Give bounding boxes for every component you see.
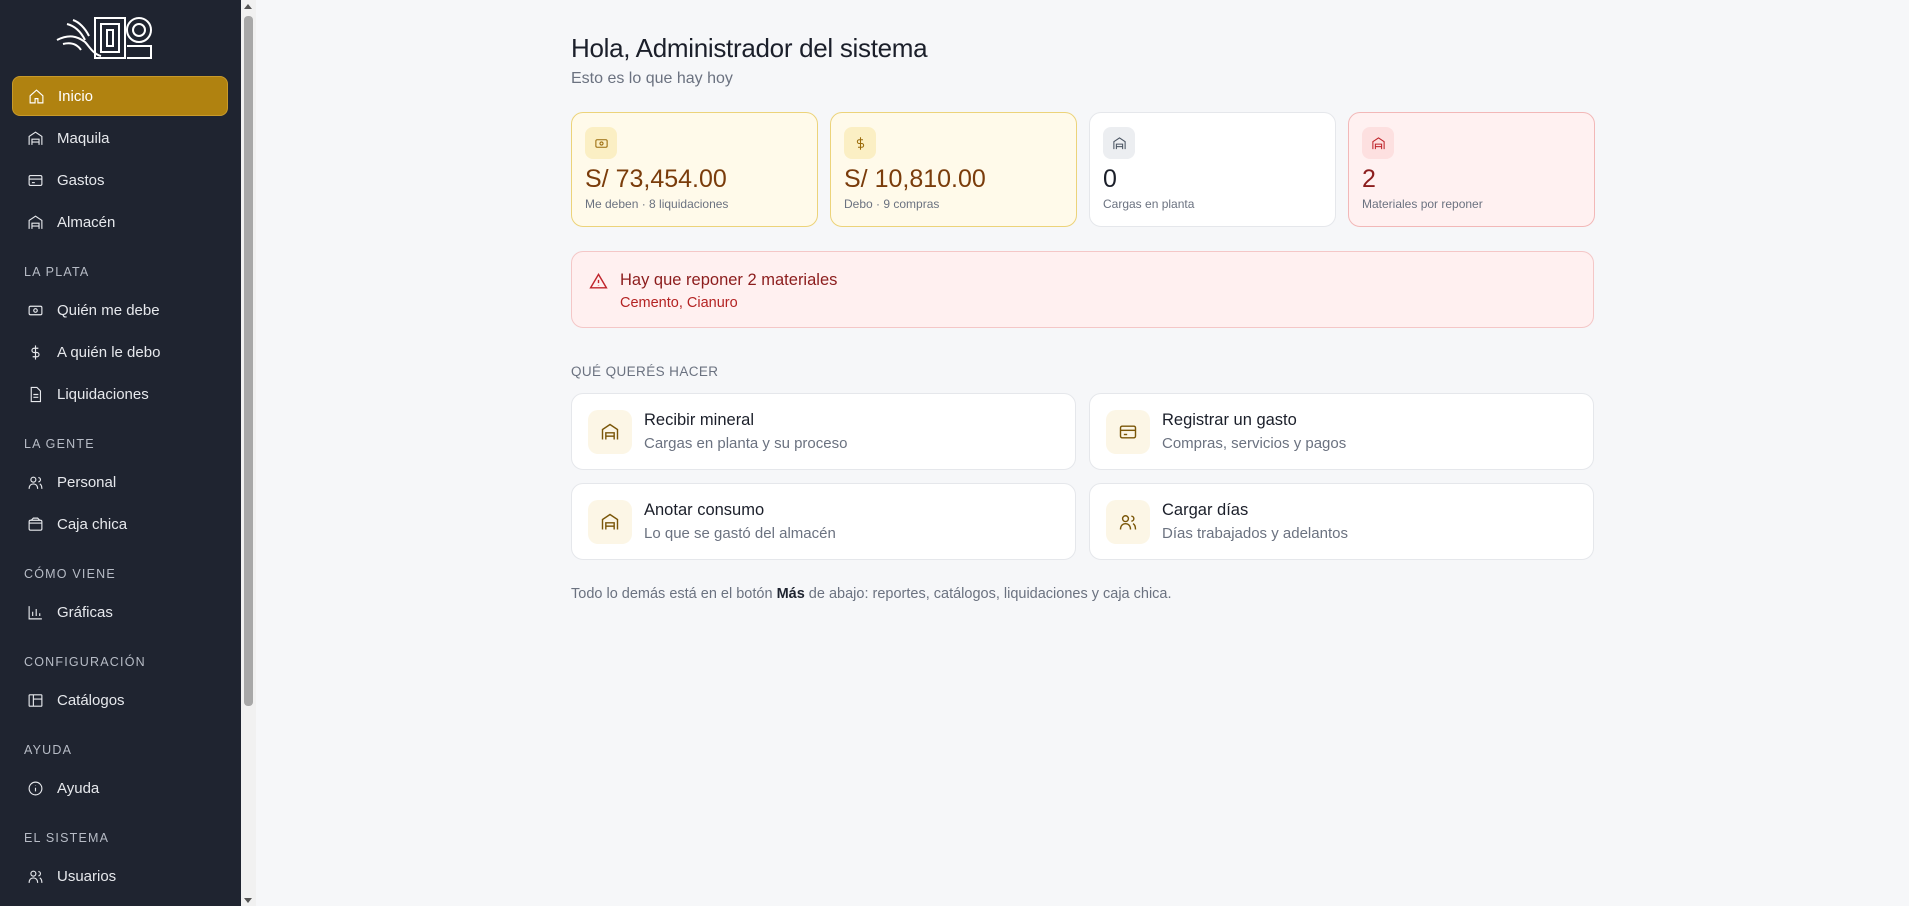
catalog-icon xyxy=(26,691,44,709)
action-subtitle: Compras, servicios y pagos xyxy=(1162,435,1347,452)
nav-item-label: A quién le debo xyxy=(57,343,161,361)
money-icon xyxy=(585,127,617,159)
nav-item-label: Gastos xyxy=(57,171,105,189)
info-icon xyxy=(26,779,44,797)
dollar-icon xyxy=(26,343,44,361)
scrollbar-thumb[interactable] xyxy=(244,16,253,706)
section-label-la-gente: LA GENTE xyxy=(24,437,95,451)
nav-item-label: Inicio xyxy=(58,87,94,105)
people-icon xyxy=(1106,500,1150,544)
nav-item-label: Usuarios xyxy=(57,867,117,885)
section-label-el-sistema: EL SISTEMA xyxy=(24,831,110,845)
action-title: Registrar un gasto xyxy=(1162,411,1297,429)
nav-item-label: Ayuda xyxy=(57,779,100,797)
action-title: Anotar consumo xyxy=(644,501,765,519)
section-label-configuracion: CONFIGURACIÓN xyxy=(24,655,146,669)
action-subtitle: Lo que se gastó del almacén xyxy=(644,525,836,542)
nav-item-graficas[interactable]: Gráficas xyxy=(12,592,228,632)
page-title: Hola, Administrador del sistema xyxy=(571,33,928,63)
action-subtitle: Cargas en planta y su proceso xyxy=(644,435,848,452)
footer-note: Todo lo demás está en el botón Más de ab… xyxy=(571,586,1172,602)
action-recibir-mineral[interactable]: Recibir mineral Cargas en planta y su pr… xyxy=(571,393,1076,470)
bar-chart-icon xyxy=(26,603,44,621)
nav-item-inicio[interactable]: Inicio xyxy=(12,76,228,116)
nav-item-ayuda[interactable]: Ayuda xyxy=(12,768,228,808)
scroll-down-arrow[interactable] xyxy=(244,898,252,903)
stat-caption: Me deben · 8 liquidaciones xyxy=(585,197,729,211)
dollar-icon xyxy=(844,127,876,159)
nav-item-label: Almacén xyxy=(57,213,116,231)
home-icon xyxy=(27,87,45,105)
nav-item-gastos[interactable]: Gastos xyxy=(12,160,228,200)
warehouse-icon xyxy=(1362,127,1394,159)
stat-card-me-deben[interactable]: S/ 73,454.00 Me deben · 8 liquidaciones xyxy=(571,112,818,227)
nav-item-a-quien-le-debo[interactable]: A quién le debo xyxy=(12,332,228,372)
users-icon xyxy=(26,867,44,885)
section-label-como-viene: CÓMO VIENE xyxy=(24,567,116,581)
nav-item-label: Caja chica xyxy=(57,515,128,533)
card-icon xyxy=(26,171,44,189)
warehouse-icon xyxy=(588,500,632,544)
document-icon xyxy=(26,385,44,403)
money-icon xyxy=(26,301,44,319)
restock-alert: Hay que reponer 2 materiales Cemento, Ci… xyxy=(571,251,1594,328)
nav-item-label: Gráficas xyxy=(57,603,113,621)
sidebar-scrollbar[interactable] xyxy=(241,0,256,906)
sidebar: Inicio Maquila Gastos Almacén LA PLATA Q… xyxy=(0,0,241,906)
alert-text: Cemento, Cianuro xyxy=(620,295,738,311)
brand-logo[interactable] xyxy=(55,14,155,64)
section-label-ayuda: AYUDA xyxy=(24,743,73,757)
nav-item-liquidaciones[interactable]: Liquidaciones xyxy=(12,374,228,414)
warehouse-icon xyxy=(1103,127,1135,159)
stat-value: S/ 10,810.00 xyxy=(844,165,986,193)
nav-item-caja-chica[interactable]: Caja chica xyxy=(12,504,228,544)
nav-item-label: Maquila xyxy=(57,129,110,147)
action-anotar-consumo[interactable]: Anotar consumo Lo que se gastó del almac… xyxy=(571,483,1076,560)
nav-item-quien-me-debe[interactable]: Quién me debe xyxy=(12,290,228,330)
nav-item-label: Liquidaciones xyxy=(57,385,149,403)
nav-item-almacen[interactable]: Almacén xyxy=(12,202,228,242)
stat-value: S/ 73,454.00 xyxy=(585,165,727,193)
nav-item-maquila[interactable]: Maquila xyxy=(12,118,228,158)
footer-note-after: de abajo: reportes, catálogos, liquidaci… xyxy=(804,586,1172,602)
nav-item-personal[interactable]: Personal xyxy=(12,462,228,502)
action-registrar-gasto[interactable]: Registrar un gasto Compras, servicios y … xyxy=(1089,393,1594,470)
action-subtitle: Días trabajados y adelantos xyxy=(1162,525,1348,542)
footer-note-before: Todo lo demás está en el botón xyxy=(571,586,777,602)
stat-value: 2 xyxy=(1362,165,1376,193)
actions-heading: QUÉ QUERÉS HACER xyxy=(571,364,719,379)
card-icon xyxy=(1106,410,1150,454)
warning-icon xyxy=(589,272,609,292)
action-title: Cargar días xyxy=(1162,501,1249,519)
nav-item-usuarios[interactable]: Usuarios xyxy=(12,856,228,896)
stat-value: 0 xyxy=(1103,165,1117,193)
nav-item-label: Quién me debe xyxy=(57,301,160,319)
nav-item-label: Personal xyxy=(57,473,117,491)
stat-card-materiales[interactable]: 2 Materiales por reponer xyxy=(1348,112,1595,227)
section-label-la-plata: LA PLATA xyxy=(24,265,90,279)
people-icon xyxy=(26,473,44,491)
warehouse-icon xyxy=(26,129,44,147)
warehouse-icon xyxy=(26,213,44,231)
scroll-up-arrow[interactable] xyxy=(244,4,252,9)
stat-caption: Materiales por reponer xyxy=(1362,197,1483,211)
stat-card-cargas[interactable]: 0 Cargas en planta xyxy=(1089,112,1336,227)
action-title: Recibir mineral xyxy=(644,411,755,429)
stat-caption: Cargas en planta xyxy=(1103,197,1195,211)
stat-card-debo[interactable]: S/ 10,810.00 Debo · 9 compras xyxy=(830,112,1077,227)
nav-item-catalogos[interactable]: Catálogos xyxy=(12,680,228,720)
page-subtitle: Esto es lo que hay hoy xyxy=(571,70,733,87)
alert-title: Hay que reponer 2 materiales xyxy=(620,271,838,289)
stat-caption: Debo · 9 compras xyxy=(844,197,940,211)
warehouse-icon xyxy=(588,410,632,454)
nav-item-label: Catálogos xyxy=(57,691,125,709)
action-cargar-dias[interactable]: Cargar días Días trabajados y adelantos xyxy=(1089,483,1594,560)
mas-button-label: Más xyxy=(776,586,805,602)
wallet-icon xyxy=(26,515,44,533)
